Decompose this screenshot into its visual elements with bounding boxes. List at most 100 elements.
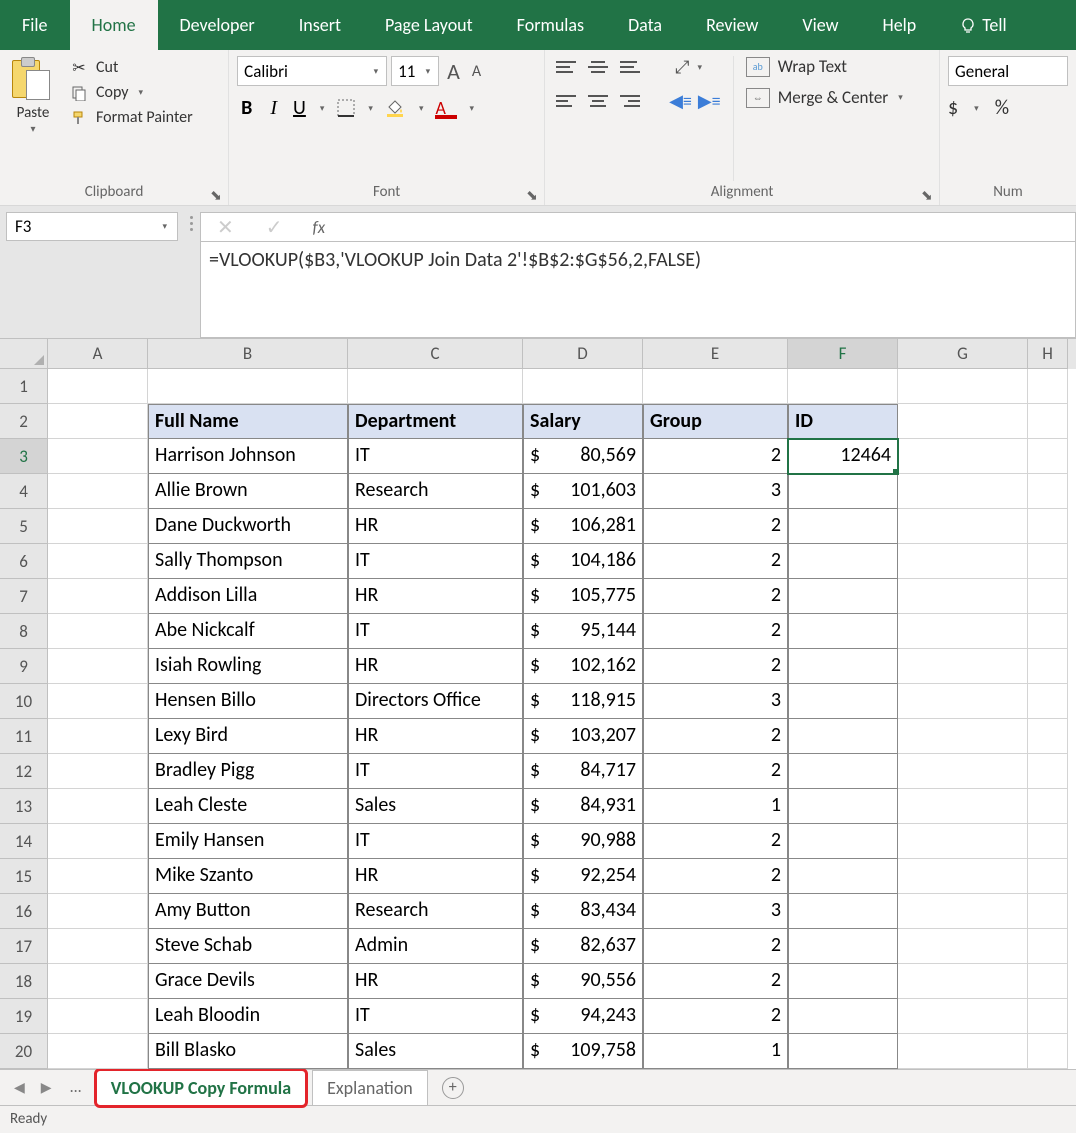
cell-G12[interactable] [898,754,1028,789]
cell-A6[interactable] [48,544,148,579]
cell-H14[interactable] [1028,824,1068,859]
cell-A8[interactable] [48,614,148,649]
cell-H17[interactable] [1028,929,1068,964]
cell-group-20[interactable]: 1 [643,1034,788,1069]
cell-id-18[interactable] [788,964,898,999]
cell-A1[interactable] [48,369,148,404]
cell-id-12[interactable] [788,754,898,789]
row-header-10[interactable]: 10 [0,684,48,719]
cell-A20[interactable] [48,1034,148,1069]
cell-dept-15[interactable]: HR [348,859,523,894]
cell-group-12[interactable]: 2 [643,754,788,789]
cell-id-8[interactable] [788,614,898,649]
cell-id-10[interactable] [788,684,898,719]
cancel-formula-button[interactable]: ✕ [201,215,250,240]
font-name-select[interactable]: Calibri▾ [237,56,387,86]
wrap-text-button[interactable]: abWrap Text [746,56,905,77]
cell-H7[interactable] [1028,579,1068,614]
cell-group-13[interactable]: 1 [643,789,788,824]
cell-salary-12[interactable]: $84,717 [523,754,643,789]
row-header-4[interactable]: 4 [0,474,48,509]
cell-salary-4[interactable]: $101,603 [523,474,643,509]
cell-A10[interactable] [48,684,148,719]
cell-G9[interactable] [898,649,1028,684]
cell-name-13[interactable]: Leah Cleste [148,789,348,824]
paste-dropdown-icon[interactable]: ▾ [30,122,35,135]
alignment-launcher-icon[interactable]: ⬊ [921,187,935,201]
cell-id-16[interactable] [788,894,898,929]
cell-group-10[interactable]: 3 [643,684,788,719]
font-size-select[interactable]: 11▾ [391,56,439,86]
cell-dept-11[interactable]: HR [348,719,523,754]
cell-G1[interactable] [898,369,1028,404]
cell-group-7[interactable]: 2 [643,579,788,614]
sheet-tab-active[interactable]: VLOOKUP Copy Formula [94,1068,308,1108]
cell-G17[interactable] [898,929,1028,964]
tab-formulas[interactable]: Formulas [495,0,606,50]
italic-button[interactable]: I [266,97,281,120]
decrease-font-icon[interactable]: A [468,62,485,81]
cell-B1[interactable] [148,369,348,404]
row-header-15[interactable]: 15 [0,859,48,894]
tab-file[interactable]: File [0,0,70,50]
cell-H19[interactable] [1028,999,1068,1034]
cell-id-9[interactable] [788,649,898,684]
align-left-button[interactable] [553,90,579,112]
cell-H2[interactable] [1028,404,1068,439]
cell-A19[interactable] [48,999,148,1034]
cell-E1[interactable] [643,369,788,404]
borders-button[interactable] [336,98,356,118]
cell-A9[interactable] [48,649,148,684]
cell-id-17[interactable] [788,929,898,964]
row-header-17[interactable]: 17 [0,929,48,964]
cell-H10[interactable] [1028,684,1068,719]
cell-salary-16[interactable]: $83,434 [523,894,643,929]
cell-salary-3[interactable]: $80,569 [523,439,643,474]
cell-G6[interactable] [898,544,1028,579]
cell-H8[interactable] [1028,614,1068,649]
cell-dept-6[interactable]: IT [348,544,523,579]
cut-button[interactable]: ✂Cut [70,58,193,77]
cell-H13[interactable] [1028,789,1068,824]
cell-name-6[interactable]: Sally Thompson [148,544,348,579]
cell-salary-9[interactable]: $102,162 [523,649,643,684]
cell-salary-13[interactable]: $84,931 [523,789,643,824]
increase-indent-button[interactable]: ▶≡ [698,90,721,112]
col-header-b[interactable]: B [148,339,348,369]
cell-salary-5[interactable]: $106,281 [523,509,643,544]
decrease-indent-button[interactable]: ◀≡ [669,90,692,112]
header-id[interactable]: ID [788,404,898,439]
add-sheet-button[interactable]: + [442,1077,464,1099]
cell-group-16[interactable]: 3 [643,894,788,929]
row-header-2[interactable]: 2 [0,404,48,439]
cell-dept-18[interactable]: HR [348,964,523,999]
cell-H1[interactable] [1028,369,1068,404]
tab-review[interactable]: Review [684,0,780,50]
cell-G4[interactable] [898,474,1028,509]
cell-name-3[interactable]: Harrison Johnson [148,439,348,474]
cell-dept-16[interactable]: Research [348,894,523,929]
cell-salary-19[interactable]: $94,243 [523,999,643,1034]
cell-group-11[interactable]: 2 [643,719,788,754]
cell-G7[interactable] [898,579,1028,614]
cell-id-19[interactable] [788,999,898,1034]
cell-A4[interactable] [48,474,148,509]
cell-name-18[interactable]: Grace Devils [148,964,348,999]
cell-A3[interactable] [48,439,148,474]
header-salary[interactable]: Salary [523,404,643,439]
cell-group-8[interactable]: 2 [643,614,788,649]
cell-name-16[interactable]: Amy Button [148,894,348,929]
align-bottom-button[interactable] [617,56,643,78]
row-header-1[interactable]: 1 [0,369,48,404]
cell-salary-10[interactable]: $118,915 [523,684,643,719]
col-header-d[interactable]: D [523,339,643,369]
cell-H4[interactable] [1028,474,1068,509]
name-box[interactable]: F3▾ [6,212,178,241]
cell-dept-13[interactable]: Sales [348,789,523,824]
cell-name-20[interactable]: Bill Blasko [148,1034,348,1069]
cell-G20[interactable] [898,1034,1028,1069]
cell-H6[interactable] [1028,544,1068,579]
cell-name-4[interactable]: Allie Brown [148,474,348,509]
cell-A5[interactable] [48,509,148,544]
number-format-select[interactable]: General [948,56,1068,86]
